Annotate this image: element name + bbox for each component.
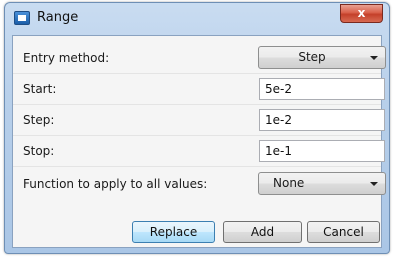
chevron-down-icon xyxy=(370,182,378,186)
entry-method-value: Step xyxy=(298,50,326,64)
entry-method-select[interactable]: Step xyxy=(258,46,386,69)
start-label: Start: xyxy=(23,82,57,96)
stop-input[interactable]: 1e-1 xyxy=(259,140,385,162)
function-select[interactable]: None xyxy=(258,172,386,195)
cancel-button[interactable]: Cancel xyxy=(307,221,380,243)
row-divider xyxy=(13,73,381,74)
title-bar[interactable]: Range x xyxy=(5,3,389,33)
row-divider xyxy=(13,166,381,167)
row-divider xyxy=(13,104,381,105)
entry-method-row: Entry method: Step xyxy=(13,44,386,72)
stop-label: Stop: xyxy=(23,144,55,158)
chevron-down-icon xyxy=(370,56,378,60)
step-label: Step: xyxy=(23,113,55,127)
close-icon[interactable]: x xyxy=(340,4,383,23)
dialog-content: Entry method: Step Start: 5e-2 Step: 1e-… xyxy=(12,35,386,248)
function-value: None xyxy=(273,176,305,190)
step-row: Step: 1e-2 xyxy=(13,106,385,134)
range-dialog: Range x Entry method: Step Start: 5e-2 S… xyxy=(4,2,390,254)
replace-button[interactable]: Replace xyxy=(132,221,215,243)
function-row: Function to apply to all values: None xyxy=(13,170,386,198)
dialog-title: Range xyxy=(37,10,79,25)
step-input[interactable]: 1e-2 xyxy=(259,109,385,131)
entry-method-label: Entry method: xyxy=(23,51,110,65)
start-input[interactable]: 5e-2 xyxy=(259,78,385,100)
add-button[interactable]: Add xyxy=(223,221,302,243)
stop-row: Stop: 1e-1 xyxy=(13,137,385,165)
start-row: Start: 5e-2 xyxy=(13,75,385,103)
row-divider xyxy=(13,135,381,136)
function-label: Function to apply to all values: xyxy=(23,177,208,191)
window-app-icon xyxy=(14,11,30,25)
